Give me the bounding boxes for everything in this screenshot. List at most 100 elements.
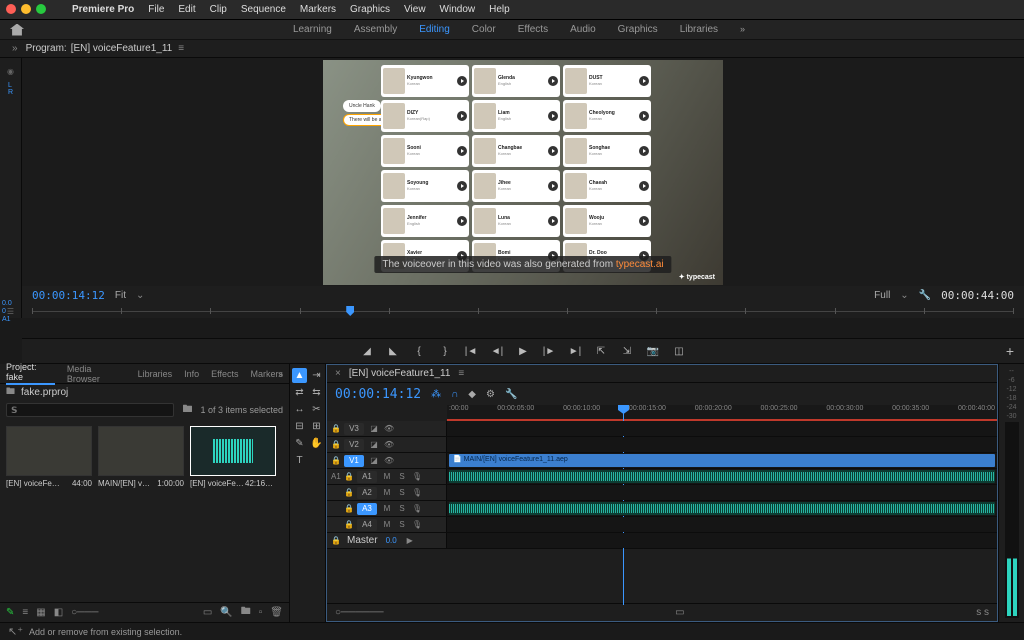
- tab-info[interactable]: Info: [184, 369, 199, 379]
- icon-view-icon[interactable]: ▦: [36, 607, 45, 618]
- tab-effects[interactable]: Effects: [211, 369, 238, 379]
- freeform-view-icon[interactable]: ◧: [54, 607, 63, 618]
- zoom-fit[interactable]: Fit: [115, 290, 126, 301]
- find-icon[interactable]: 🔍: [220, 607, 232, 618]
- play-icon[interactable]: ▶: [516, 344, 530, 358]
- zoom-out-icon[interactable]: ○──────: [335, 607, 384, 618]
- export-frame-icon[interactable]: 📷: [646, 344, 660, 358]
- wrench-icon[interactable]: 🔧: [919, 290, 931, 301]
- selection-tool-icon[interactable]: ▲: [292, 368, 307, 383]
- audio-track[interactable]: 🔒A2MS🎙: [327, 485, 997, 501]
- new-bin-icon[interactable]: 🖿: [241, 604, 251, 621]
- panel-menu-icon[interactable]: ≡: [178, 43, 184, 54]
- voice-card: LiamEnglish: [472, 100, 560, 132]
- window-traffic-lights[interactable]: [6, 4, 46, 14]
- go-in-icon[interactable]: |◄: [464, 344, 478, 358]
- master-track[interactable]: 🔒Master0.0▶: [327, 533, 997, 549]
- video-viewer[interactable]: Uncle Hank There will be an e... Kyungwo…: [22, 58, 1024, 286]
- menubar: Premiere Pro File Edit Clip Sequence Mar…: [0, 0, 1024, 20]
- bin-item[interactable]: MAIN/[EN] voiceF...1:00:00: [98, 426, 184, 488]
- menu-clip[interactable]: Clip: [210, 4, 227, 15]
- ws-overflow-icon[interactable]: »: [740, 24, 745, 35]
- wrench-icon[interactable]: 🔧: [505, 389, 517, 400]
- ws-editing[interactable]: Editing: [419, 24, 450, 35]
- ws-learning[interactable]: Learning: [293, 24, 332, 35]
- monitor-scrubber[interactable]: [32, 304, 1014, 318]
- rate-stretch-icon[interactable]: ↔: [292, 402, 307, 417]
- new-item-icon[interactable]: ▫: [259, 607, 263, 618]
- project-bins: [EN] voiceFeature1_1144:00MAIN/[EN] voic…: [0, 420, 289, 602]
- tab-libraries[interactable]: Libraries: [138, 369, 173, 379]
- mark-clip-icon[interactable]: {: [412, 344, 426, 358]
- razor-icon[interactable]: ✂: [309, 402, 324, 417]
- list-view-icon[interactable]: ≡: [22, 607, 28, 618]
- step-fwd-icon[interactable]: |►: [542, 344, 556, 358]
- zoom-slider[interactable]: ○───: [71, 607, 98, 618]
- menu-file[interactable]: File: [148, 4, 164, 15]
- type-icon[interactable]: T: [292, 453, 307, 468]
- ws-audio[interactable]: Audio: [570, 24, 596, 35]
- linked-sel-icon[interactable]: ∩: [451, 389, 458, 400]
- timeline-footer: ○────── ▭ s s: [327, 603, 997, 621]
- pen-icon[interactable]: ✎: [292, 436, 307, 451]
- slip-icon[interactable]: ⊟: [292, 419, 307, 434]
- menu-sequence[interactable]: Sequence: [241, 4, 286, 15]
- ws-libraries[interactable]: Libraries: [680, 24, 718, 35]
- ripple-edit-icon[interactable]: ⇄: [292, 385, 307, 400]
- tab-project[interactable]: Project: fake: [6, 362, 55, 385]
- ws-color[interactable]: Color: [472, 24, 496, 35]
- marker-add-icon[interactable]: ◆: [468, 389, 476, 400]
- bin-item[interactable]: [EN] voiceFeature1_1144:00: [6, 426, 92, 488]
- home-icon[interactable]: [10, 24, 24, 36]
- menu-window[interactable]: Window: [440, 4, 476, 15]
- timeline-timecode[interactable]: 00:00:14:12: [335, 387, 421, 402]
- lift-icon[interactable]: ⇱: [594, 344, 608, 358]
- video-track[interactable]: 🔒V3◪👁: [327, 421, 997, 437]
- track-height-icon[interactable]: s s: [976, 607, 989, 618]
- extract-icon[interactable]: ⇲: [620, 344, 634, 358]
- mark-selection-icon[interactable]: }: [438, 344, 452, 358]
- audio-track[interactable]: 🔒A3MS🎙: [327, 501, 997, 517]
- timeline-ruler[interactable]: :00:0000:00:05:0000:00:10:0000:00:15:000…: [447, 405, 997, 421]
- mark-in-icon[interactable]: ◢: [360, 344, 374, 358]
- audio-track[interactable]: 🔒A4MS🎙: [327, 517, 997, 533]
- monitor-playhead[interactable]: [346, 306, 354, 316]
- menu-help[interactable]: Help: [489, 4, 510, 15]
- marker-icon[interactable]: ◉: [4, 64, 18, 78]
- ws-effects[interactable]: Effects: [518, 24, 548, 35]
- panel-close-icon[interactable]: »: [12, 43, 18, 54]
- monitor-timecode[interactable]: 00:00:14:12: [32, 289, 105, 302]
- freeform-icon[interactable]: ✎: [6, 607, 14, 618]
- trash-icon[interactable]: 🗑: [270, 607, 283, 618]
- bin-item[interactable]: [EN] voiceFeatur...42:16758: [190, 426, 276, 488]
- video-track[interactable]: 🔒V1◪👁📄 MAIN/[EN] voiceFeature1_11.aep: [327, 453, 997, 469]
- button-editor-icon[interactable]: +: [1006, 343, 1014, 359]
- video-track[interactable]: 🔒V2◪👁: [327, 437, 997, 453]
- scroll-thumb[interactable]: ▭: [675, 607, 684, 618]
- search-input[interactable]: [6, 403, 174, 417]
- menu-graphics[interactable]: Graphics: [350, 4, 390, 15]
- tabs-overflow-icon[interactable]: »: [278, 369, 283, 379]
- track-select-icon[interactable]: ⇥: [309, 368, 324, 383]
- go-out-icon[interactable]: ►|: [568, 344, 582, 358]
- menu-view[interactable]: View: [404, 4, 426, 15]
- slide-icon[interactable]: ⊞: [309, 419, 324, 434]
- audio-track[interactable]: A1🔒A1MS🎙: [327, 469, 997, 485]
- hand-icon[interactable]: ✋: [309, 436, 324, 451]
- bin-icon[interactable]: 🖿: [182, 402, 192, 419]
- step-back-icon[interactable]: ◄|: [490, 344, 504, 358]
- ws-graphics[interactable]: Graphics: [618, 24, 658, 35]
- automate-icon[interactable]: ▭: [203, 607, 212, 618]
- quality-label[interactable]: Full: [874, 290, 890, 301]
- settings-icon[interactable]: ⚙: [486, 389, 495, 400]
- voice-card: JiheeKorean: [472, 170, 560, 202]
- menu-markers[interactable]: Markers: [300, 4, 336, 15]
- rolling-edit-icon[interactable]: ⇆: [309, 385, 324, 400]
- timeline-close-icon[interactable]: ×: [335, 368, 341, 379]
- mark-out-icon[interactable]: ◣: [386, 344, 400, 358]
- compare-icon[interactable]: ◫: [672, 344, 686, 358]
- snap-icon[interactable]: ⁂: [431, 389, 441, 400]
- menu-edit[interactable]: Edit: [178, 4, 195, 15]
- ws-assembly[interactable]: Assembly: [354, 24, 397, 35]
- tab-media-browser[interactable]: Media Browser: [67, 364, 126, 384]
